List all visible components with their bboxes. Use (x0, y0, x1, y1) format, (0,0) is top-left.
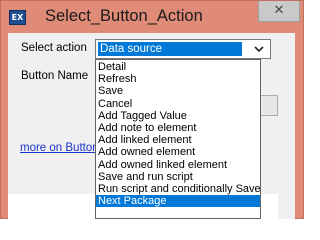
dropdown-option[interactable]: Next Package (96, 195, 260, 208)
select-action-label: Select action (21, 42, 87, 54)
dropdown-option[interactable]: Cancel (96, 98, 260, 110)
chevron-down-icon[interactable] (252, 43, 266, 55)
window-title: Select_Button_Action (45, 7, 203, 25)
select-action-dropdown-list[interactable]: Detail Refresh Save Cancel Add Tagged Value A… (95, 59, 261, 219)
dropdown-option[interactable]: Save and run script (96, 171, 260, 183)
dropdown-option[interactable]: Add owned linked element (96, 159, 260, 171)
close-button[interactable]: ✕ (258, 1, 300, 22)
more-on-buttons-link[interactable]: more on Buttons (20, 142, 98, 154)
dropdown-option[interactable]: Refresh (96, 73, 260, 85)
app-icon: EX (9, 10, 26, 25)
select-action-combobox[interactable]: Data source (95, 39, 271, 59)
dropdown-option[interactable]: Save (96, 85, 260, 97)
dialog-window: EX Select_Button_Action ✕ Select action … (0, 0, 304, 220)
dropdown-option[interactable]: Run script and conditionally Save (96, 183, 260, 195)
close-icon: ✕ (273, 3, 285, 18)
dropdown-option[interactable]: Add owned element (96, 146, 260, 158)
dropdown-option[interactable]: Add Tagged Value (96, 110, 260, 122)
title-bar[interactable]: EX Select_Button_Action ✕ (1, 1, 303, 33)
combobox-selected-value: Data source (98, 42, 242, 56)
button-name-label: Button Name (21, 70, 89, 82)
dropdown-option[interactable]: Add note to element (96, 122, 260, 134)
dropdown-option[interactable]: Detail (96, 61, 260, 73)
dropdown-option[interactable]: Add linked element (96, 134, 260, 146)
